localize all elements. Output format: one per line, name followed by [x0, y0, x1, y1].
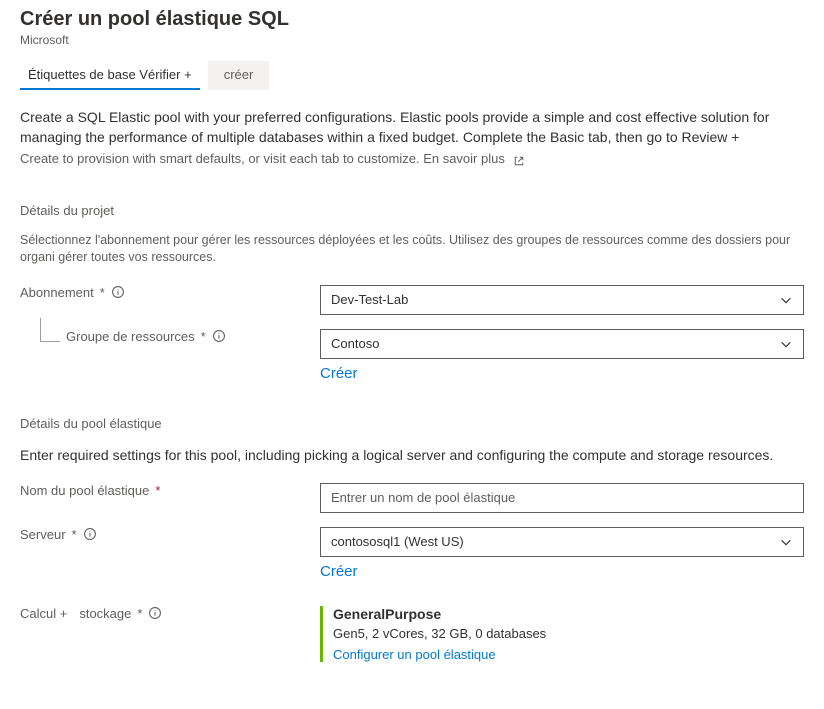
server-value: contososql1 (West US)	[331, 534, 464, 549]
learn-more-label: En savoir plus	[423, 149, 505, 169]
info-icon[interactable]	[111, 285, 125, 299]
chevron-down-icon	[779, 535, 793, 549]
create-resource-group-link[interactable]: Créer	[320, 365, 358, 382]
tab-basic-review[interactable]: Étiquettes de base Vérifier +	[20, 61, 200, 90]
chevron-down-icon	[779, 337, 793, 351]
create-server-link[interactable]: Créer	[320, 563, 358, 580]
info-icon[interactable]	[83, 527, 97, 541]
info-icon[interactable]	[212, 329, 226, 343]
section-title-pool: Détails du pool élastique	[20, 416, 804, 431]
tab-bar: Étiquettes de base Vérifier + créer	[20, 61, 804, 90]
label-resource-group: Groupe de ressources *	[20, 329, 320, 344]
page-title: Créer un pool élastique SQL	[20, 8, 804, 31]
tab-create[interactable]: créer	[208, 61, 270, 90]
compute-accent-bar	[320, 606, 323, 662]
section-desc-pool: Enter required settings for this pool, i…	[20, 445, 804, 465]
server-select[interactable]: contososql1 (West US)	[320, 527, 804, 557]
label-pool-name: Nom du pool élastique*	[20, 483, 320, 498]
external-link-icon	[513, 153, 525, 165]
row-server: Serveur * contososql1 (West US) Créer	[20, 527, 804, 580]
compute-tier-detail: Gen5, 2 vCores, 32 GB, 0 databases	[333, 626, 546, 641]
intro-text-2: Create to provision with smart defaults,…	[20, 149, 804, 169]
pool-name-input[interactable]	[320, 483, 804, 513]
chevron-down-icon	[779, 293, 793, 307]
configure-pool-link[interactable]: Configurer un pool élastique	[333, 647, 546, 662]
section-title-project: Détails du projet	[20, 203, 804, 218]
section-help-project: Sélectionnez l'abonnement pour gérer les…	[20, 232, 804, 267]
resource-group-select[interactable]: Contoso	[320, 329, 804, 359]
subscription-value: Dev-Test-Lab	[331, 292, 408, 307]
tree-connector-icon	[40, 318, 60, 342]
row-resource-group: Groupe de ressources * Contoso Créer	[20, 329, 804, 382]
page-header: Créer un pool élastique SQL Microsoft	[20, 8, 804, 47]
resource-group-value: Contoso	[331, 336, 379, 351]
row-subscription: Abonnement * Dev-Test-Lab	[20, 285, 804, 315]
label-subscription: Abonnement *	[20, 285, 320, 300]
label-compute-storage: Calcul + stockage *	[20, 606, 320, 621]
row-compute-storage: Calcul + stockage * GeneralPurpose Gen5,…	[20, 606, 804, 662]
label-server: Serveur *	[20, 527, 320, 542]
page-subtitle: Microsoft	[20, 33, 804, 47]
intro-text-1: Create a SQL Elastic pool with your pref…	[20, 108, 804, 147]
subscription-select[interactable]: Dev-Test-Lab	[320, 285, 804, 315]
compute-summary: GeneralPurpose Gen5, 2 vCores, 32 GB, 0 …	[320, 606, 804, 662]
compute-tier-title: GeneralPurpose	[333, 606, 546, 622]
info-icon[interactable]	[148, 606, 162, 620]
row-pool-name: Nom du pool élastique*	[20, 483, 804, 513]
learn-more-link[interactable]: En savoir plus	[423, 149, 525, 169]
intro-text-2-body: Create to provision with smart defaults,…	[20, 151, 420, 166]
